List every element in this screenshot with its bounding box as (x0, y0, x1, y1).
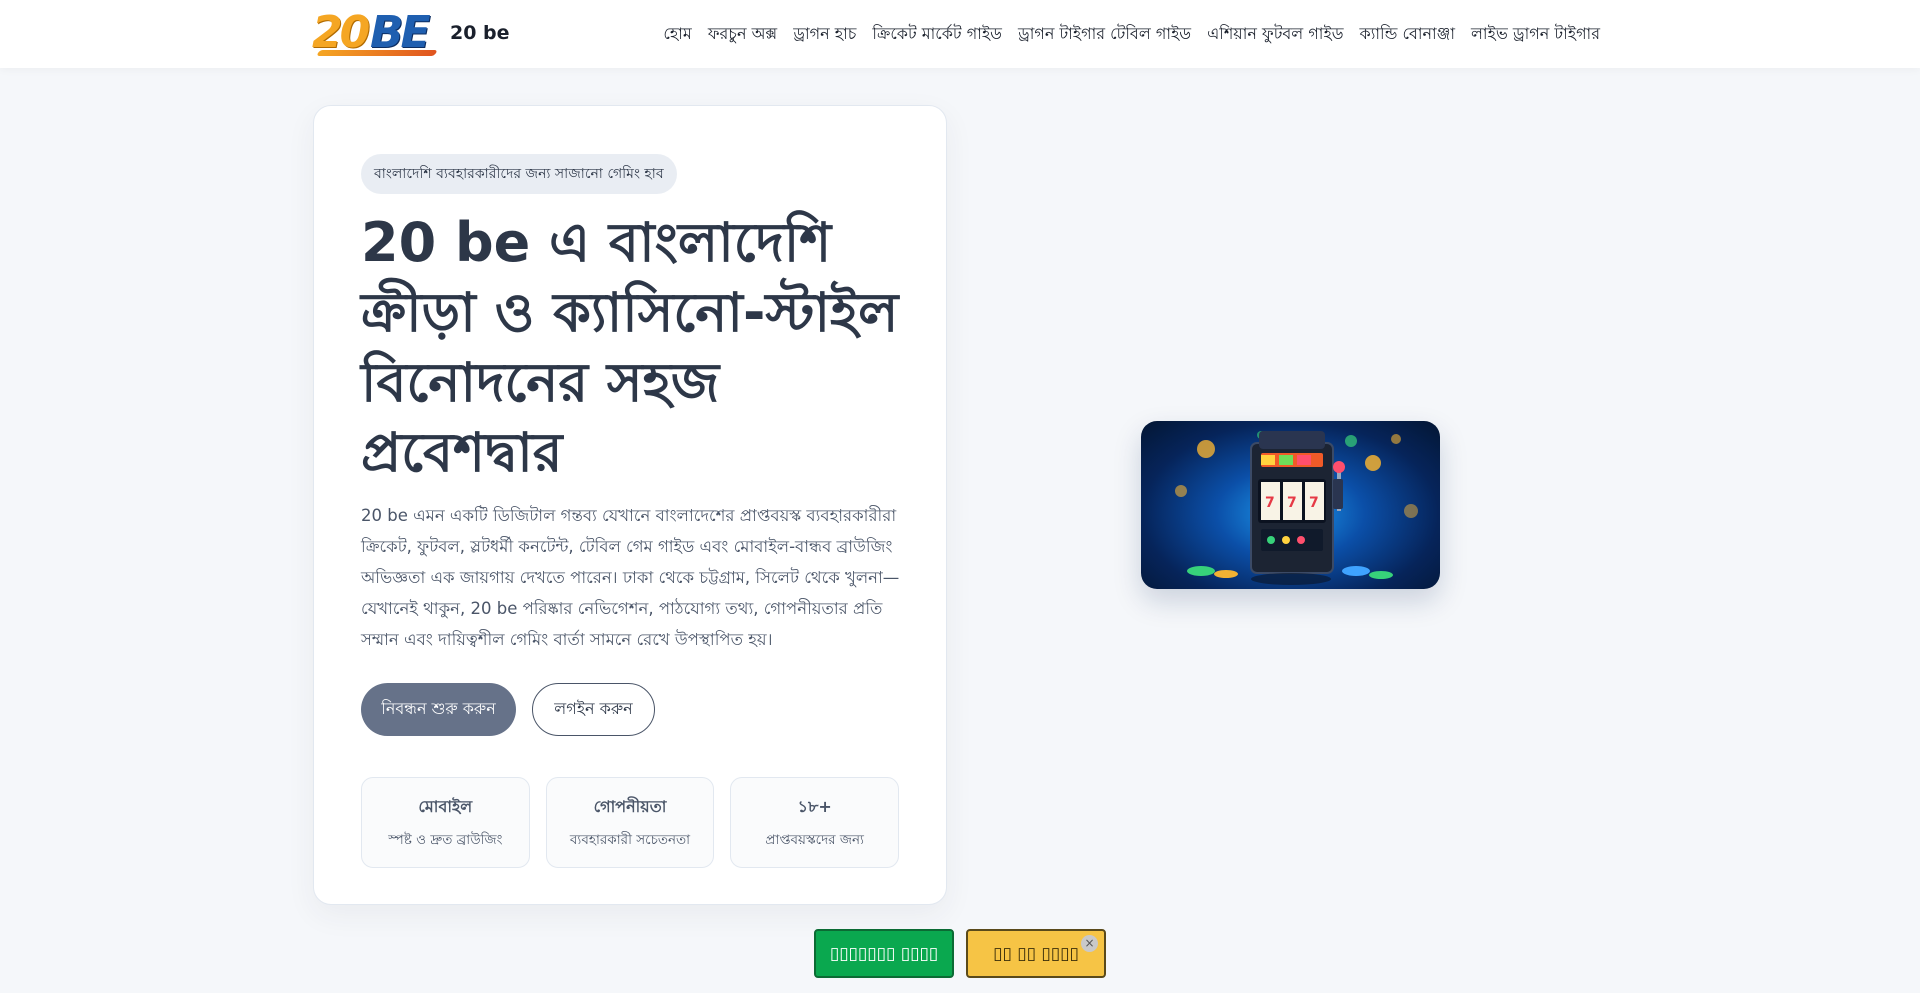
stat-card-privacy: গোপনীয়তা ব্যবহারকারী সচেতনতা (545, 777, 715, 868)
hero-description: 20 be এমন একটি ডিজিটাল গন্তব্য যেখানে বা… (361, 506, 900, 649)
stat-subtitle: প্রাপ্তবয়স্কদের জন্য (765, 831, 864, 848)
svg-text:7: 7 (1265, 495, 1275, 511)
floating-green-button[interactable]: ▯▯▯▯▯▯▯ ▯▯▯▯ (814, 929, 954, 978)
slot-machine-illustration: 7 7 7 (1175, 431, 1418, 585)
nav-link-cricket-market-guide[interactable]: ক্রিকেট মার্কেট গাইড (872, 21, 1002, 48)
login-button[interactable]: লগইন করুন (532, 683, 655, 736)
stat-subtitle: ব্যবহারকারী সচেতনতা (569, 831, 691, 848)
main-nav: হোম ফরচুন অক্স ড্রাগন হাচ ক্রিকেট মার্কে… (663, 0, 1600, 68)
nav-link-dragon-hatch[interactable]: ড্রাগন হাচ (793, 21, 856, 48)
stat-title: গোপনীয়তা (593, 796, 667, 816)
feature-stats: মোবাইল স্পষ্ট ও দ্রুত ব্রাউজিং গোপনীয়তা… (361, 777, 900, 868)
brand-name[interactable]: 20 be (450, 22, 510, 44)
svg-text:7: 7 (1309, 495, 1319, 511)
site-header: 20 BE 20 be হোম ফরচুন অক্স ড্রাগন হাচ ক্… (0, 0, 1920, 68)
nav-link-fortune-ox[interactable]: ফরচুন অক্স (708, 21, 777, 48)
cta-group: নিবন্ধন শুরু করুন লগইন করুন (361, 683, 899, 736)
slot-machine-image: 7 7 7 (1141, 421, 1440, 589)
nav-link-home[interactable]: হোম (663, 21, 691, 48)
stat-subtitle: স্পষ্ট ও দ্রুত ব্রাউজিং (388, 831, 503, 848)
svg-text:7: 7 (1287, 495, 1297, 511)
hero-tag-pill: বাংলাদেশি ব্যবহারকারীদের জন্য সাজানো গেম… (361, 154, 677, 194)
stat-card-mobile: মোবাইল স্পষ্ট ও দ্রুত ব্রাউজিং (361, 777, 530, 868)
stat-card-age: ১৮+ প্রাপ্তবয়স্কদের জন্য (730, 777, 900, 868)
hero-title: 20 be এ বাংলাদেশি ক্রীড়া ও ক্যাসিনো-স্ট… (361, 211, 899, 484)
nav-link-asian-football-guide[interactable]: এশিয়ান ফুটবল গাইড (1207, 21, 1343, 48)
nav-link-candy-bonanza[interactable]: ক্যান্ডি বোনাঞ্জা (1360, 21, 1455, 48)
register-button[interactable]: নিবন্ধন শুরু করুন (361, 683, 516, 736)
stat-title: মোবাইল (418, 796, 473, 816)
logo-swoosh (316, 50, 438, 56)
stat-title: ১৮+ (797, 796, 832, 816)
brand[interactable]: 20 BE 20 be (312, 10, 510, 56)
hero-card: বাংলাদেশি ব্যবহারকারীদের জন্য সাজানো গেম… (313, 105, 947, 905)
close-icon[interactable]: × (1081, 935, 1098, 952)
nav-link-dragon-tiger-table-guide[interactable]: ড্রাগন টাইগার টেবিল গাইড (1018, 21, 1191, 48)
logo[interactable]: 20 BE (312, 10, 440, 56)
nav-link-live-dragon-tiger[interactable]: লাইভ ড্রাগন টাইগার (1471, 21, 1600, 48)
